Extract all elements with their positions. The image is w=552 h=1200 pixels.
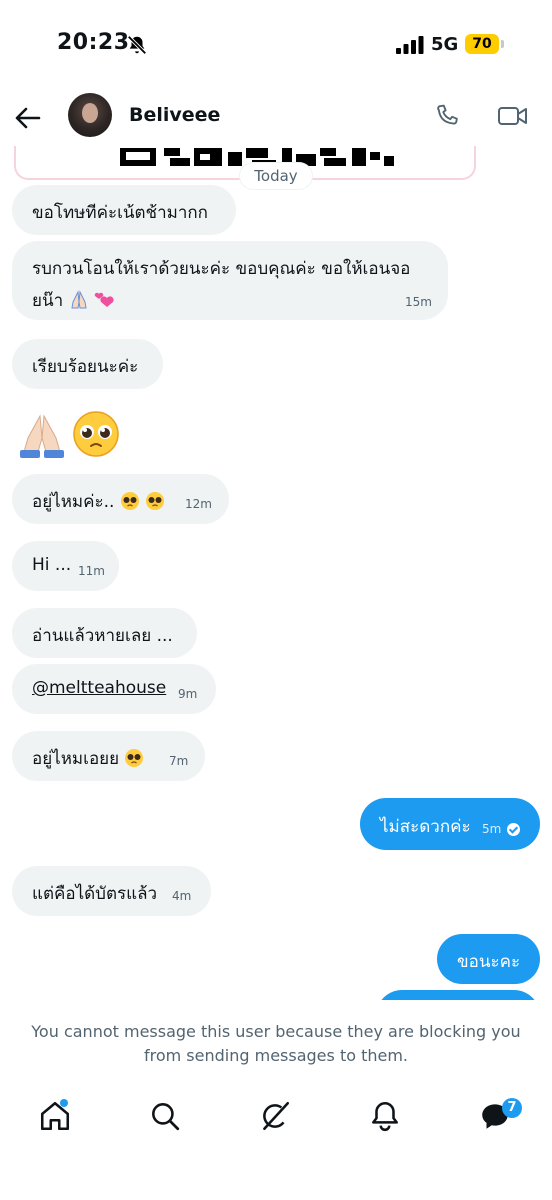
bottom-tab-bar [0, 1085, 552, 1155]
blocked-notice: You cannot message this user because the… [0, 1020, 552, 1068]
message-text: อยู่ไหมค่ะ.. [32, 492, 115, 512]
notifications-bell-icon[interactable] [368, 1099, 402, 1133]
date-divider: Today [240, 163, 312, 189]
contact-avatar[interactable] [68, 93, 112, 137]
mention-link[interactable]: @meltteahouse [32, 678, 166, 698]
back-arrow-icon[interactable] [14, 104, 42, 132]
messages-badge: 7 [502, 1098, 522, 1118]
pleading-face-emoji-icon [146, 492, 165, 510]
message-bubble[interactable]: อยู่ไหมเอยย 7m [12, 731, 205, 781]
pleading-face-emoji-icon [120, 492, 139, 510]
message-timestamp: 15m [405, 295, 432, 309]
phone-icon[interactable] [433, 102, 461, 130]
message-bubble[interactable]: อ่านแล้วหายเลย ... [12, 608, 197, 658]
message-bubble[interactable]: Hi ... 11m [12, 541, 119, 591]
message-timestamp: 5m [482, 822, 502, 836]
battery-indicator: 70 [465, 34, 499, 54]
blocked-notice-line1: You cannot message this user because the… [31, 1022, 521, 1041]
home-unread-dot [60, 1099, 68, 1107]
message-text: Hi ... [32, 555, 72, 575]
message-bubble[interactable]: เรียบร้อยนะค่ะ [12, 339, 163, 389]
message-bubble-outgoing[interactable]: ไม่สะดวกค่ะ 5m [360, 798, 540, 850]
network-type: 5G [431, 34, 459, 55]
message-text-row: อยู่ไหมค่ะ.. [32, 488, 165, 515]
message-timestamp: 9m [178, 687, 198, 701]
video-call-icon[interactable] [497, 102, 529, 130]
message-text-row: อยู่ไหมเอยย [32, 745, 144, 772]
message-timestamp: 7m [169, 754, 189, 768]
message-bubble[interactable]: รบกวนโอนให้เราด้วยนะค่ะ ขอบคุณค่ะ ขอให้เ… [12, 241, 448, 320]
search-icon[interactable] [148, 1099, 182, 1133]
status-time: 20:23 [57, 30, 130, 55]
folded-hands-emoji-icon [70, 290, 87, 309]
message-text: ไม่สะดวกค่ะ [380, 817, 471, 837]
message-timestamp: 11m [78, 564, 105, 578]
message-text: เรียบร้อยนะค่ะ [32, 357, 139, 377]
message-text: อยู่ไหมเอยย [32, 749, 120, 769]
message-bubble[interactable]: @meltteahouse 9m [12, 664, 216, 714]
message-bubble-outgoing[interactable]: ขอนะคะ [437, 934, 540, 984]
status-bar: 20:23 5G 70 [0, 0, 552, 90]
two-hearts-emoji-icon [94, 292, 114, 307]
grok-icon[interactable] [258, 1099, 292, 1133]
message-bubble[interactable]: แต่คือได้บัตรแล้ว 4m [12, 866, 211, 916]
bell-muted-icon [127, 35, 147, 55]
folded-hands-emoji-icon [20, 414, 64, 458]
message-bubble[interactable]: ขอโทษทีค่ะเน้ตช้ามากก [12, 185, 236, 235]
message-text: รบกวนโอนให้เราด้วยนะค่ะ ขอบคุณค่ะ ขอให้เ… [32, 259, 411, 279]
contact-name[interactable]: Beliveee [129, 104, 220, 126]
message-text: แต่คือได้บัตรแล้ว [32, 884, 158, 904]
message-bubble[interactable]: อยู่ไหมค่ะ.. 12m [12, 474, 229, 524]
message-text: อ่านแล้วหายเลย ... [32, 626, 173, 646]
message-text: ขอนะคะ [457, 952, 521, 972]
battery-tip [501, 40, 504, 48]
conversation-header: Beliveee [0, 90, 552, 146]
message-text-line2: ยน๊า [32, 287, 114, 314]
message-timestamp: 12m [185, 497, 212, 511]
blocked-notice-line2: from sending messages to them. [143, 1046, 409, 1065]
message-text: ขอโทษทีค่ะเน้ตช้ามากก [32, 203, 208, 223]
sent-check-icon [507, 823, 521, 836]
pleading-face-emoji-icon [125, 749, 144, 767]
signal-icon [396, 36, 424, 54]
message-timestamp: 4m [172, 889, 192, 903]
message-timestamp-row: 5m [482, 822, 521, 836]
pleading-face-emoji-icon [73, 411, 119, 457]
